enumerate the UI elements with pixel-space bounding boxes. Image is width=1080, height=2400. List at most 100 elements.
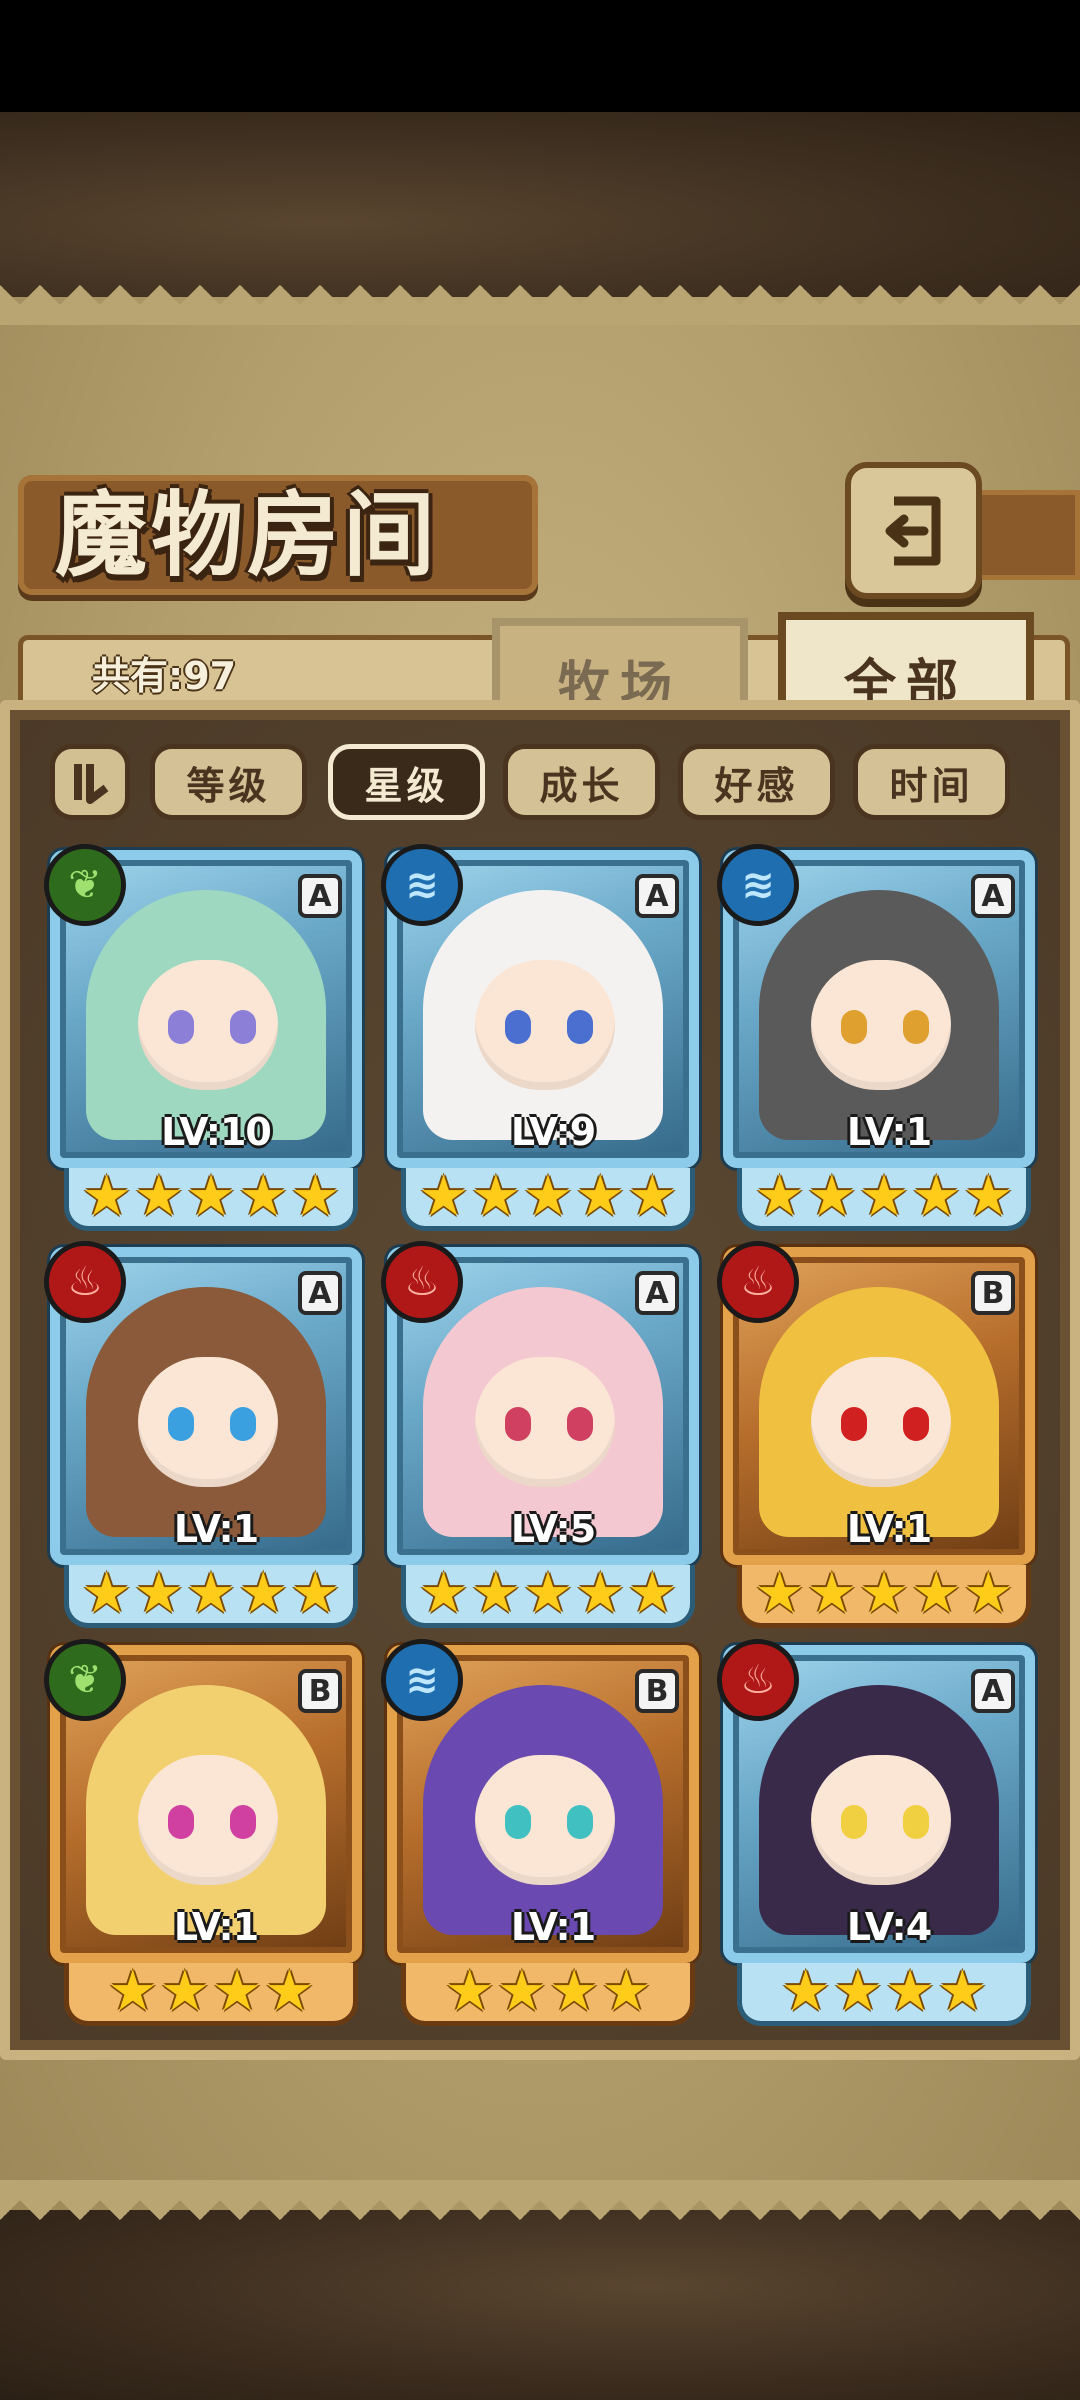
- monster-card[interactable]: B LV:1 ♨ ★ ★ ★ ★ ★: [717, 1241, 1035, 1628]
- star-icon: ★: [627, 1561, 678, 1626]
- sort-button-stars[interactable]: 星级: [328, 744, 485, 820]
- monster-eye: [230, 1805, 256, 1839]
- monster-face: [138, 960, 278, 1090]
- star-icon: ★: [963, 1561, 1014, 1626]
- rank-badge: B: [635, 1669, 679, 1713]
- monster-card[interactable]: A LV:1 ≋ ★ ★ ★ ★ ★: [717, 844, 1035, 1231]
- fire-element-icon: ♨: [381, 1241, 463, 1323]
- monster-card[interactable]: A LV:10 ❦ ★ ★ ★ ★ ★: [44, 844, 362, 1231]
- star-icon: ★: [290, 1164, 341, 1229]
- star-icon: ★: [522, 1164, 574, 1229]
- star-icon: ★: [470, 1561, 521, 1626]
- star-icon: ★: [264, 1959, 315, 2024]
- star-rating: ★ ★ ★ ★ ★: [64, 1565, 358, 1628]
- star-icon: ★: [549, 1959, 600, 2024]
- star-icon: ★: [522, 1561, 574, 1626]
- monster-level: LV:1: [510, 1905, 596, 1949]
- fire-element-icon: ♨: [717, 1639, 799, 1721]
- monster-card[interactable]: B LV:1 ≋ ★ ★ ★ ★: [381, 1639, 699, 2026]
- star-rating: ★ ★ ★ ★ ★: [737, 1168, 1031, 1231]
- star-rating: ★ ★ ★ ★ ★: [737, 1565, 1031, 1628]
- monster-level: LV:1: [846, 1110, 932, 1154]
- monster-card[interactable]: A LV:5 ♨ ★ ★ ★ ★ ★: [381, 1241, 699, 1628]
- star-icon: ★: [858, 1561, 910, 1626]
- sort-button-affection[interactable]: 好感: [678, 744, 835, 820]
- monster-eye: [505, 1407, 531, 1441]
- star-icon: ★: [290, 1561, 341, 1626]
- star-icon: ★: [885, 1959, 936, 2024]
- sort-order-toggle[interactable]: [50, 744, 130, 820]
- monster-level: LV:4: [846, 1905, 932, 1949]
- star-icon: ★: [832, 1959, 883, 2024]
- rank-badge: A: [635, 874, 679, 918]
- monster-eye: [841, 1407, 867, 1441]
- water-element-icon: ≋: [381, 844, 463, 926]
- star-rating: ★ ★ ★ ★ ★: [64, 1168, 358, 1231]
- star-icon: ★: [81, 1164, 132, 1229]
- rank-badge: A: [298, 874, 342, 918]
- star-icon: ★: [575, 1164, 626, 1229]
- rank-badge: A: [298, 1271, 342, 1315]
- star-icon: ★: [185, 1561, 237, 1626]
- star-icon: ★: [418, 1561, 469, 1626]
- star-icon: ★: [418, 1164, 469, 1229]
- star-icon: ★: [937, 1959, 988, 2024]
- star-icon: ★: [806, 1164, 857, 1229]
- monster-face: [475, 960, 615, 1090]
- sort-button-time[interactable]: 时间: [853, 744, 1010, 820]
- star-icon: ★: [444, 1959, 495, 2024]
- star-icon: ★: [911, 1561, 962, 1626]
- monster-level: LV:1: [173, 1507, 259, 1551]
- monster-eye: [230, 1010, 256, 1044]
- star-icon: ★: [963, 1164, 1014, 1229]
- fire-element-icon: ♨: [717, 1241, 799, 1323]
- monster-eye: [505, 1805, 531, 1839]
- monster-level: LV:5: [510, 1507, 596, 1551]
- monster-level: LV:1: [173, 1905, 259, 1949]
- star-icon: ★: [212, 1959, 263, 2024]
- leaf-element-icon: ❦: [44, 844, 126, 926]
- rank-badge: B: [971, 1271, 1015, 1315]
- torn-edge-top: [0, 285, 1080, 325]
- star-icon: ★: [238, 1561, 289, 1626]
- monster-face: [475, 1357, 615, 1487]
- monster-face: [811, 1755, 951, 1885]
- monster-eye: [567, 1407, 593, 1441]
- star-icon: ★: [575, 1561, 626, 1626]
- sort-button-growth[interactable]: 成长: [503, 744, 660, 820]
- fire-element-icon: ♨: [44, 1241, 126, 1323]
- monster-eye: [903, 1010, 929, 1044]
- monster-eye: [168, 1805, 194, 1839]
- monster-face: [811, 1357, 951, 1487]
- sort-button-level[interactable]: 等级: [150, 744, 307, 820]
- rank-badge: A: [635, 1271, 679, 1315]
- monster-level: LV:1: [846, 1507, 932, 1551]
- sort-order-icon: [74, 764, 109, 804]
- star-icon: ★: [911, 1164, 962, 1229]
- monster-card[interactable]: A LV:1 ♨ ★ ★ ★ ★ ★: [44, 1241, 362, 1628]
- star-icon: ★: [185, 1164, 237, 1229]
- star-icon: ★: [107, 1959, 158, 2024]
- star-icon: ★: [238, 1164, 289, 1229]
- star-icon: ★: [133, 1164, 184, 1229]
- monster-card[interactable]: B LV:1 ❦ ★ ★ ★ ★: [44, 1639, 362, 2026]
- monster-face: [138, 1755, 278, 1885]
- water-element-icon: ≋: [381, 1639, 463, 1721]
- page-title: 魔物房间: [55, 481, 440, 589]
- star-rating: ★ ★ ★ ★ ★: [401, 1168, 695, 1231]
- star-icon: ★: [133, 1561, 184, 1626]
- monster-level: LV:9: [510, 1110, 596, 1154]
- star-icon: ★: [780, 1959, 831, 2024]
- monster-face: [811, 960, 951, 1090]
- monster-card[interactable]: A LV:9 ≋ ★ ★ ★ ★ ★: [381, 844, 699, 1231]
- star-icon: ★: [496, 1959, 547, 2024]
- monster-eye: [168, 1407, 194, 1441]
- monster-level: LV:10: [161, 1110, 272, 1154]
- map-background-bottom: [0, 2210, 1080, 2400]
- back-button[interactable]: [845, 462, 982, 599]
- map-background-top: [0, 112, 1080, 297]
- monster-eye: [841, 1805, 867, 1839]
- star-icon: ★: [754, 1164, 805, 1229]
- monster-card[interactable]: A LV:4 ♨ ★ ★ ★ ★: [717, 1639, 1035, 2026]
- monster-face: [475, 1755, 615, 1885]
